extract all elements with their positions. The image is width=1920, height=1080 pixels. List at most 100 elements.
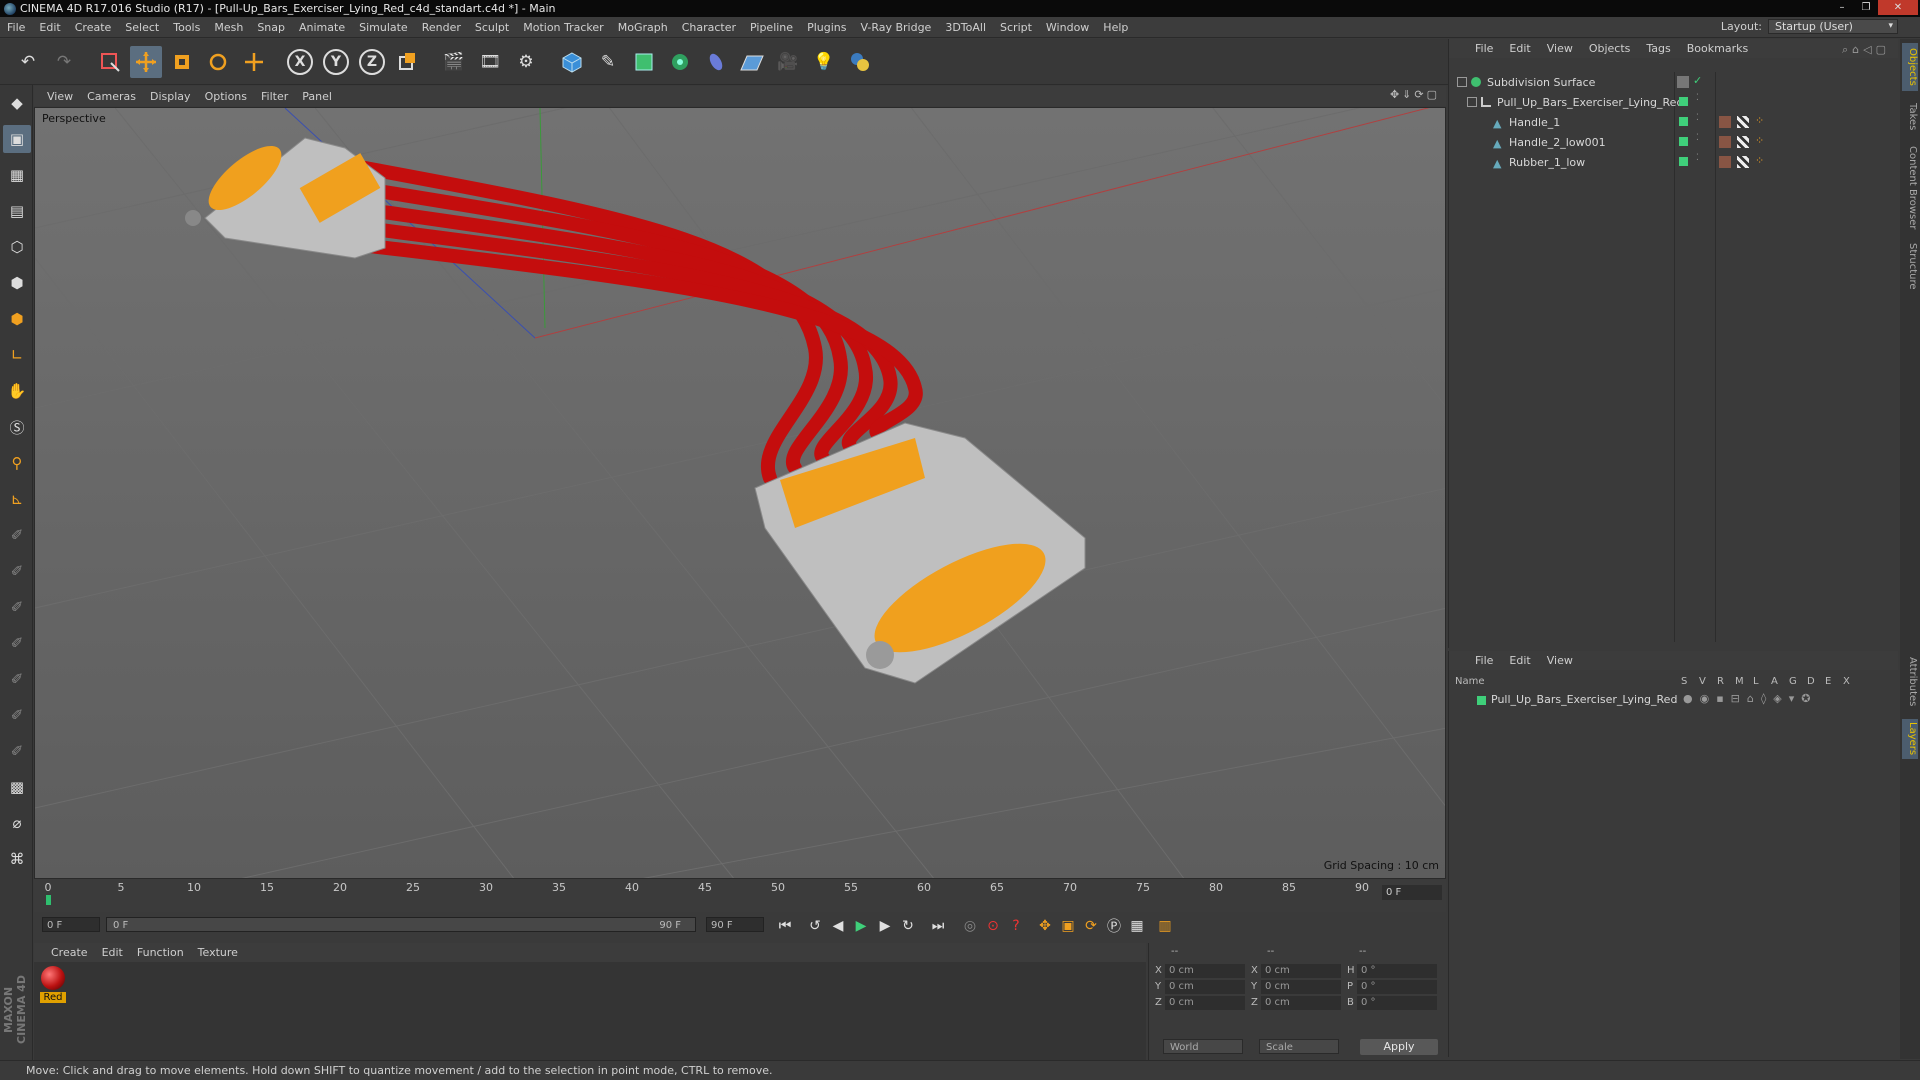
viewport-menu-view[interactable]: View (40, 90, 80, 103)
menu-create[interactable]: Create (68, 21, 119, 34)
rot-b-field[interactable]: 0 ° (1357, 996, 1437, 1010)
visibility-dots-icon[interactable]: ⁚ (1696, 133, 1699, 143)
material-menu-create[interactable]: Create (44, 946, 95, 959)
pos-z-field[interactable]: 0 cm (1165, 996, 1245, 1010)
workplane-mode-icon[interactable]: ▤ (3, 197, 31, 225)
tab-objects[interactable]: Objects (1902, 43, 1918, 91)
layer-color-swatch[interactable] (1679, 137, 1688, 146)
object-row[interactable]: ▲ Rubber_1_low ⁚ ⁘ (1449, 152, 1899, 172)
tweak-mode-icon[interactable]: ✋ (3, 377, 31, 405)
menu-edit[interactable]: Edit (32, 21, 67, 34)
go-to-start-icon[interactable]: ⏮ (774, 915, 796, 937)
size-y-field[interactable]: 0 cm (1261, 980, 1341, 994)
menu-snap[interactable]: Snap (250, 21, 292, 34)
layers-menu-view[interactable]: View (1539, 654, 1581, 667)
pos-y-field[interactable]: 0 cm (1165, 980, 1245, 994)
collapse-toggle-icon[interactable] (1467, 97, 1477, 107)
visibility-dots-icon[interactable]: ⁚ (1696, 93, 1699, 103)
layer-color-swatch[interactable] (1477, 696, 1486, 705)
timeline-window-icon[interactable]: ▥ (1154, 915, 1176, 937)
uvw-tag-icon[interactable] (1737, 116, 1749, 128)
checkerboard-icon[interactable]: ▩ (3, 773, 31, 801)
playhead-marker[interactable] (46, 895, 51, 905)
phong-tag-icon[interactable]: ⁘ (1755, 154, 1764, 167)
menu-mograph[interactable]: MoGraph (611, 21, 675, 34)
render-picture-viewer-icon[interactable]: 🎞 (474, 46, 506, 78)
previous-frame-icon[interactable]: ◀ (827, 915, 849, 937)
menu-motion-tracker[interactable]: Motion Tracker (516, 21, 610, 34)
rotate-tool-icon[interactable] (202, 46, 234, 78)
polygons-mode-icon[interactable]: ⬢ (3, 305, 31, 333)
floor-scene-icon[interactable] (736, 46, 768, 78)
menu-character[interactable]: Character (675, 21, 743, 34)
next-key-icon[interactable]: ↻ (897, 915, 919, 937)
make-editable-icon[interactable]: ◆ (3, 89, 31, 117)
timeline-ruler[interactable]: 0 5 10 15 20 25 30 35 40 45 50 55 60 65 … (34, 879, 1446, 914)
key-parameter-icon[interactable]: Ⓟ (1103, 915, 1125, 937)
size-z-field[interactable]: 0 cm (1261, 996, 1341, 1010)
material-swatch[interactable]: Red (40, 966, 66, 1003)
maximize-button[interactable]: ❐ (1854, 0, 1878, 15)
start-frame-field[interactable]: 0 F (42, 917, 100, 932)
object-manager-nav-icons[interactable]: ⌕⌂◁▢ (1842, 43, 1890, 57)
layer-color-swatch[interactable] (1679, 117, 1688, 126)
rot-h-field[interactable]: 0 ° (1357, 964, 1437, 978)
record-keyframe-icon[interactable]: ⊙ (982, 915, 1004, 937)
sculpt-mask-icon[interactable]: ✐ (3, 737, 31, 765)
key-position-icon[interactable]: ✥ (1034, 915, 1056, 937)
light-icon[interactable]: 💡 (808, 46, 840, 78)
menu-tools[interactable]: Tools (166, 21, 207, 34)
material-tag-icon[interactable] (1719, 116, 1731, 128)
sculpt-grab-icon[interactable]: ✐ (3, 521, 31, 549)
cube-primitive-icon[interactable] (556, 46, 588, 78)
viewport-menu-cameras[interactable]: Cameras (80, 90, 143, 103)
menu-animate[interactable]: Animate (292, 21, 352, 34)
visibility-dots-icon[interactable]: ⁚ (1696, 113, 1699, 123)
render-settings-icon[interactable]: ⚙ (510, 46, 542, 78)
menu-mesh[interactable]: Mesh (207, 21, 250, 34)
menu-help[interactable]: Help (1096, 21, 1135, 34)
size-x-field[interactable]: 0 cm (1261, 964, 1341, 978)
menu-select[interactable]: Select (118, 21, 166, 34)
objects-menu-view[interactable]: View (1539, 42, 1581, 55)
size-mode-dropdown[interactable]: Scale (1259, 1039, 1339, 1054)
layers-menu-edit[interactable]: Edit (1501, 654, 1538, 667)
apply-button[interactable]: Apply (1360, 1039, 1438, 1055)
end-frame-field[interactable]: 90 F (706, 917, 764, 932)
redo-icon[interactable]: ↷ (48, 46, 80, 78)
menu-render[interactable]: Render (415, 21, 468, 34)
record-disabled-icon[interactable]: ◎ (959, 915, 981, 937)
enable-axis-icon[interactable]: ∟ (3, 341, 31, 369)
camera-icon[interactable]: 🎥 (772, 46, 804, 78)
material-tag-icon[interactable] (1719, 136, 1731, 148)
tab-structure[interactable]: Structure (1902, 239, 1918, 293)
objects-menu-objects[interactable]: Objects (1581, 42, 1639, 55)
phong-tag-icon[interactable]: ⁘ (1755, 114, 1764, 127)
menu-simulate[interactable]: Simulate (352, 21, 415, 34)
objects-menu-edit[interactable]: Edit (1501, 42, 1538, 55)
python-script-icon[interactable]: ⌘ (3, 845, 31, 873)
x-axis-lock-button[interactable]: X (284, 46, 316, 78)
pos-x-field[interactable]: 0 cm (1165, 964, 1245, 978)
play-icon[interactable]: ▶ (850, 915, 872, 937)
current-frame-field[interactable]: 0 F (1382, 885, 1442, 900)
viewport-menu-display[interactable]: Display (143, 90, 198, 103)
key-pla-icon[interactable]: ▦ (1126, 915, 1148, 937)
menu-pipeline[interactable]: Pipeline (743, 21, 800, 34)
sculpt-brush-icon[interactable]: ✐ (3, 701, 31, 729)
close-button[interactable]: ✕ (1878, 0, 1918, 15)
layout-dropdown[interactable]: Startup (User) (1768, 19, 1898, 34)
key-scale-icon[interactable]: ▣ (1057, 915, 1079, 937)
transform-tool-icon[interactable] (238, 46, 270, 78)
viewport-menu-options[interactable]: Options (198, 90, 254, 103)
menu-3dtoall[interactable]: 3DToAll (938, 21, 993, 34)
python-icon[interactable] (844, 46, 876, 78)
z-axis-lock-button[interactable]: Z (356, 46, 388, 78)
previous-key-icon[interactable]: ↺ (804, 915, 826, 937)
solo-mode-icon[interactable]: Ⓢ (3, 413, 31, 441)
undo-icon[interactable]: ↶ (12, 46, 44, 78)
tab-takes[interactable]: Takes (1902, 99, 1918, 135)
layer-color-swatch[interactable] (1679, 157, 1688, 166)
rot-p-field[interactable]: 0 ° (1357, 980, 1437, 994)
objects-menu-bookmarks[interactable]: Bookmarks (1679, 42, 1756, 55)
